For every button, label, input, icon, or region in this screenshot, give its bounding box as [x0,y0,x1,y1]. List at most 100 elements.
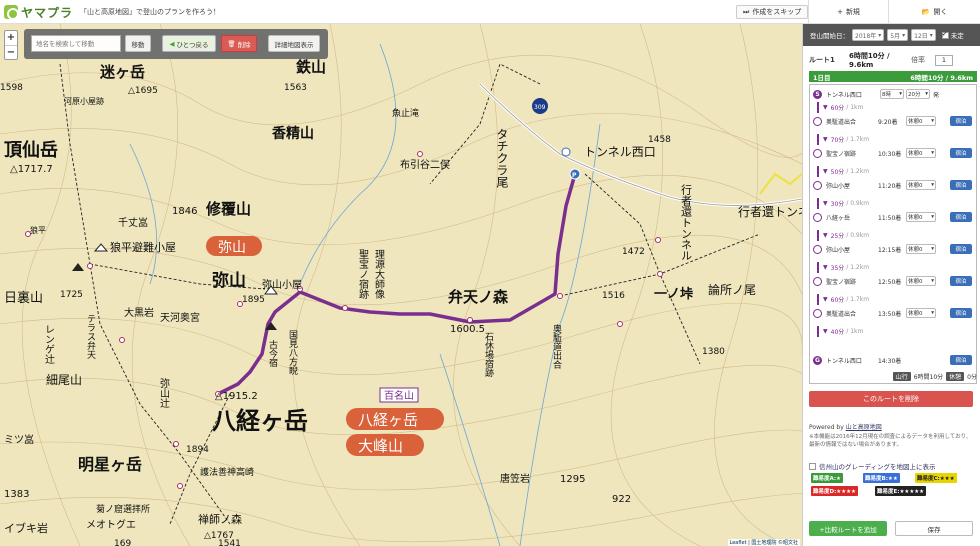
data-note: ※本機能は2016年12月現在の調査によるデータを利用しており、最新の情報ではな… [809,434,972,448]
map-place-label: 鉄山 [296,58,326,76]
pace-input[interactable]: 1 [935,54,953,66]
camp-button[interactable]: 宿泊 [950,244,972,254]
year-select[interactable]: 2018年 [852,29,885,41]
leg-row: ▼60分1km [817,102,980,113]
map-place-label: 香精山 [271,125,314,142]
day-select[interactable]: 12日 [911,29,936,41]
map-attribution[interactable]: Leaflet | 国土地理院 ©昭文社 [727,539,800,546]
yamapla-logo[interactable]: ヤマプラ [4,3,73,21]
skip-icon: ⏭ [743,7,750,16]
camp-button[interactable]: 宿泊 [950,212,972,222]
camp-button[interactable]: 宿泊 [950,308,972,318]
map-label-layer: 迷ヶ岳 △1695 河原小屋跡 1598 鉄山 1563 香精山 魚止滝布引谷二俣 タチクラ尾 ト… [0,58,802,546]
map-toolbar: 移動 ◀ ひとつ戻る 🗑 削除 詳細地図表示 [24,29,328,59]
waypoint-row: 奥駈道出合 13:50着休憩0 宿泊 [810,306,976,320]
month-select[interactable]: 5月 [887,29,909,41]
zoom-control: + − [4,30,18,60]
goal-marker-icon: G [813,355,822,365]
map-place-label: レンゲ辻 [43,324,55,364]
move-button[interactable]: 移動 [125,35,151,52]
rest-select[interactable]: 休憩0 [906,116,936,126]
skip-button[interactable]: ⏭ 作成をスキップ [736,5,809,19]
add-compare-route-button[interactable]: +比較ルートを追加 [809,521,887,536]
hyakumeizan-badge: 百名山 [384,389,414,402]
waypoint-row: 弥山小屋 11:20着休憩0 宿泊 [810,178,976,192]
map-place-label: 922 [612,494,631,505]
down-arrow-icon: ▼ [823,168,828,175]
waypoint-row: 聖宝ノ宿跡 12:50着休憩0 宿泊 [810,274,976,288]
map-place-label: 169 [114,539,131,546]
start-minute-select[interactable]: 20分 [906,89,930,99]
map-place-label: 禅師ノ森 [198,512,242,526]
waypoint-row: 八経ヶ岳 11:50着休憩0 宿泊 [810,210,976,224]
map-place-label: 一ノ垰 [654,286,693,302]
hakkyo-badge: 八経ヶ岳 [358,411,418,429]
grading-checkbox[interactable] [809,462,816,470]
zoom-in-button[interactable]: + [5,31,17,45]
end-point-name: トンネル西口 [826,357,862,365]
map-place-label: 頂仙岳 [4,139,58,161]
map-place-label: 古今宿 [267,339,278,368]
rest-select[interactable]: 休憩0 [906,180,936,190]
map-canvas[interactable]: P 309 迷ヶ岳 △1695 河原小屋跡 1598 鉄山 1563 香精山 魚止滝 布引谷二俣… [0,24,802,546]
camp-button[interactable]: 宿泊 [950,180,972,190]
camp-button[interactable]: 宿泊 [950,116,972,126]
new-label: 新規 [845,8,860,16]
rest-select[interactable]: 休憩0 [906,276,936,286]
delete-route-button[interactable]: このルートを削除 [809,391,973,407]
down-arrow-icon: ▼ [823,296,828,303]
undo-label: ひとつ戻る [176,40,209,49]
map-place-label: 国見八方睨 [287,330,298,376]
open-button[interactable]: 📂 開く [888,0,980,24]
grade-badge: 難易度D:★★★★ [811,486,858,496]
delete-point-button[interactable]: 🗑 削除 [221,35,257,52]
grading-toggle[interactable]: 信州山のグレーディングを地図上に表示 [809,461,936,471]
trash-icon: 🗑 [227,39,236,48]
location-search-input[interactable] [31,35,121,52]
down-arrow-icon: ▼ [823,264,828,271]
waypoint-name: 弥山小屋 [826,246,851,254]
map-place-label: 狼平避難小屋 [110,240,176,254]
waypoint-time: 9:20着 [878,118,898,126]
save-button[interactable]: 保存 [895,521,973,536]
map-place-label: 護法善神高崎 [200,466,254,478]
new-button[interactable]: + 新規 [808,0,888,24]
leg-duration: 25分 [830,233,845,240]
camp-button[interactable]: 宿泊 [950,148,972,158]
leg-distance: 0.9km [846,200,869,207]
end-camp-button[interactable]: 宿泊 [950,355,972,365]
leg-duration: 40分 [830,329,845,336]
waypoint-marker-icon [813,308,822,318]
undo-button[interactable]: ◀ ひとつ戻る [162,35,216,52]
rest-select[interactable]: 休憩0 [906,212,936,222]
map-place-label: イブキ岩 [4,521,48,535]
camp-button[interactable]: 宿泊 [950,276,972,286]
grade-badge: 難易度B:★★ [863,473,900,483]
zoom-out-button[interactable]: − [5,45,17,59]
rest-select[interactable]: 休憩0 [906,244,936,254]
checkbox-icon [941,30,949,39]
logo-icon [4,5,19,20]
leg-row: ▼60分1.7km [817,294,980,305]
detail-map-button[interactable]: 詳細地図表示 [268,35,320,52]
pace-label: 倍率 [911,56,925,64]
map-place-label: 行者還トンネル [680,184,693,261]
grade-badge: 難易度A:★ [811,473,843,483]
summit-icon [72,263,84,271]
start-hour-select[interactable]: 8時 [880,89,904,99]
powered-link[interactable]: 山と高原地図 [846,424,882,431]
waypoint-marker-icon [813,212,822,222]
rest-select[interactable]: 休憩0 [906,148,936,158]
waypoint-time: 12:50着 [878,278,902,286]
map-place-label: 日裏山 [4,291,43,306]
map-place-label: 1295 [560,474,585,485]
map-place-label: 天河奥宮 [160,311,200,324]
map-place-label: 理源大師像 [373,249,385,299]
undecided-checkbox[interactable]: 未定 [941,30,964,40]
rest-select[interactable]: 休憩0 [906,308,936,318]
grade-badge: 難易度C:★★★ [915,473,957,483]
tunnel-marker [561,147,571,157]
plus-icon: + [837,8,843,16]
map-place-label: 1458 [648,135,671,145]
waypoint-marker-icon [813,244,822,254]
